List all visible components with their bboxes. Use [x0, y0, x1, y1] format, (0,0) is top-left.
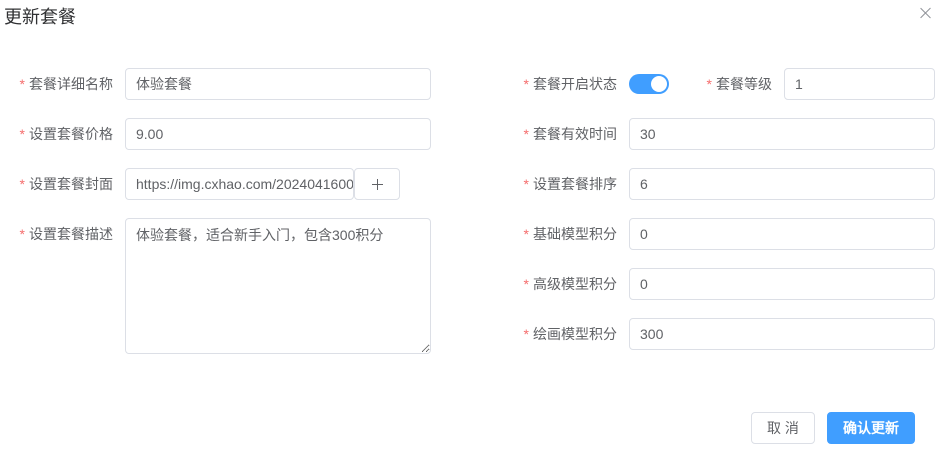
- validity-input[interactable]: 30: [629, 118, 935, 150]
- desc-textarea[interactable]: 体验套餐，适合新手入门，包含300积分: [125, 218, 431, 354]
- confirm-update-button[interactable]: 确认更新: [827, 412, 915, 444]
- required-mark: *: [19, 176, 25, 192]
- desc-label: * 设置套餐描述: [19, 226, 113, 242]
- required-mark: *: [523, 76, 529, 92]
- name-label: * 套餐详细名称: [19, 76, 113, 92]
- status-label: * 套餐开启状态: [523, 76, 617, 92]
- sort-input[interactable]: 6: [629, 168, 935, 200]
- name-input[interactable]: 体验套餐: [125, 68, 431, 100]
- cover-url-input[interactable]: https://img.cxhao.com/2024041600: [125, 168, 354, 200]
- sort-label: * 设置套餐排序: [523, 176, 617, 192]
- required-mark: *: [523, 126, 529, 142]
- drawing-points-input[interactable]: 300: [629, 318, 935, 350]
- level-label: * 套餐等级: [706, 76, 772, 92]
- required-mark: *: [19, 126, 25, 142]
- close-icon[interactable]: [919, 6, 933, 20]
- basic-points-label: * 基础模型积分: [523, 226, 617, 242]
- toggle-knob: [651, 76, 667, 92]
- required-mark: *: [19, 76, 25, 92]
- advanced-points-input[interactable]: 0: [629, 268, 935, 300]
- required-mark: *: [706, 76, 712, 92]
- required-mark: *: [523, 326, 529, 342]
- required-mark: *: [19, 226, 25, 242]
- cancel-button[interactable]: 取 消: [751, 412, 815, 444]
- drawing-points-label: * 绘画模型积分: [523, 326, 617, 342]
- validity-label: * 套餐有效时间: [523, 126, 617, 142]
- dialog-title: 更新套餐: [4, 7, 76, 27]
- required-mark: *: [523, 276, 529, 292]
- required-mark: *: [523, 176, 529, 192]
- advanced-points-label: * 高级模型积分: [523, 276, 617, 292]
- upload-plus-button[interactable]: [354, 168, 400, 200]
- price-input[interactable]: 9.00: [125, 118, 431, 150]
- level-input[interactable]: 1: [784, 68, 935, 100]
- required-mark: *: [523, 226, 529, 242]
- status-toggle[interactable]: [629, 74, 669, 94]
- cover-label: * 设置套餐封面: [19, 176, 113, 192]
- price-label: * 设置套餐价格: [19, 126, 113, 142]
- basic-points-input[interactable]: 0: [629, 218, 935, 250]
